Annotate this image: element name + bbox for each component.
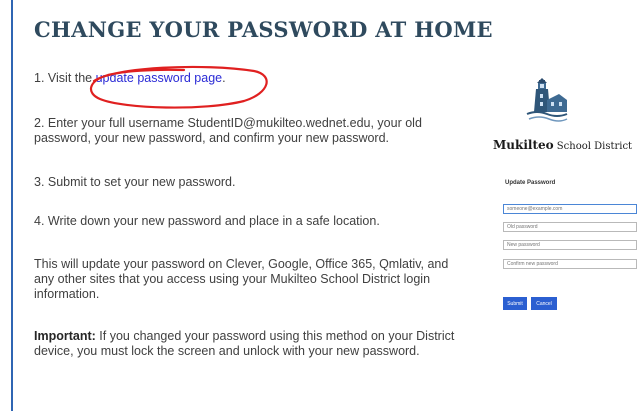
district-name: Mukilteo School District (493, 134, 632, 153)
step-2: 2. Enter your full username StudentID@mu… (34, 116, 422, 145)
update-password-title: Update Password (505, 180, 556, 186)
step-1: 1. Visit the update password page. (34, 71, 462, 86)
district-name-bold: Mukilteo (493, 138, 554, 152)
step-1-suffix: . (222, 71, 226, 85)
lighthouse-logo-icon (525, 78, 569, 131)
old-password-field[interactable] (503, 222, 637, 232)
step-3: 3. Submit to set your new password. (34, 175, 236, 189)
clever-google-note: This will update your password on Clever… (34, 257, 449, 301)
new-password-field[interactable] (503, 240, 637, 250)
important-note: Important: If you changed your password … (34, 329, 462, 359)
page-heading: CHANGE YOUR PASSWORD AT HOME (34, 17, 493, 42)
step-4: 4. Write down your new password and plac… (34, 214, 380, 228)
cancel-button[interactable]: Cancel (531, 297, 557, 310)
username-field[interactable] (503, 204, 637, 214)
important-label: Important: (34, 329, 96, 343)
district-name-rest: School District (553, 141, 633, 152)
step-1-prefix: 1. Visit the (34, 71, 96, 85)
submit-button[interactable]: Submit (503, 297, 527, 310)
confirm-password-field[interactable] (503, 259, 637, 269)
password-page-preview: Mukilteo School District Update Password… (492, 78, 637, 328)
update-password-link[interactable]: update password page (96, 71, 222, 85)
important-text: If you changed your password using this … (34, 329, 455, 358)
